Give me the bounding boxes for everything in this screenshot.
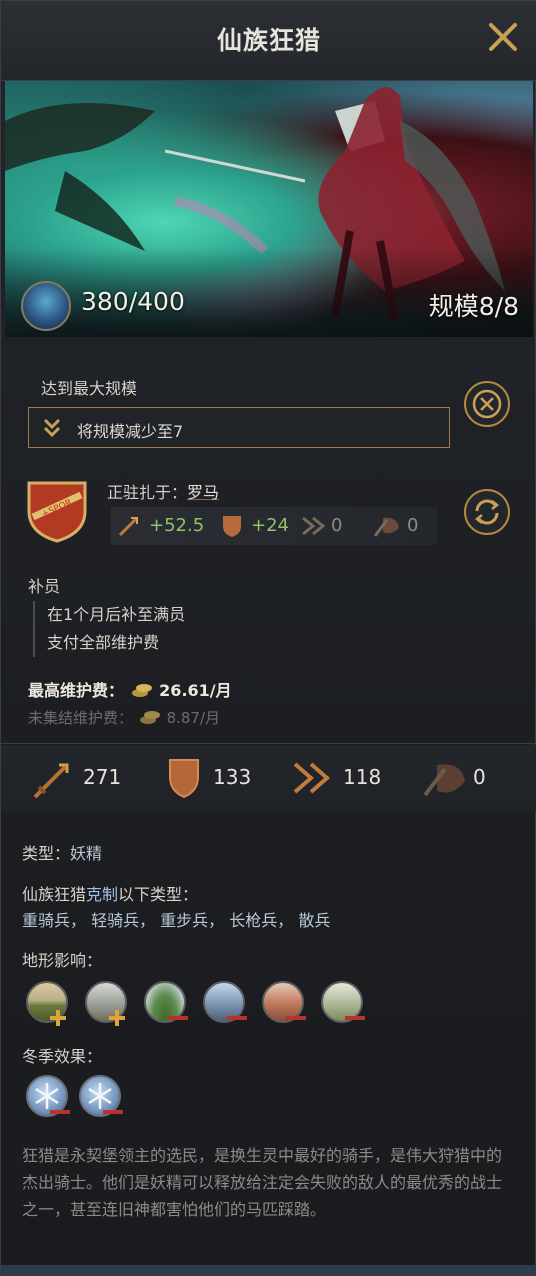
reduce-scale-button[interactable]: 将规模减少至7 xyxy=(28,407,450,448)
winter-title: 冬季效果： xyxy=(22,1047,103,1066)
unmustered-upkeep: 未集结维护费： 8.87/月 xyxy=(28,707,220,728)
panel-header: 仙族狂猎 xyxy=(1,1,536,81)
disband-button[interactable] xyxy=(464,381,510,427)
reduce-scale-label: 将规模减少至7 xyxy=(77,422,184,441)
divider xyxy=(1,743,536,744)
terrain-penalty xyxy=(226,1009,247,1027)
rome-shield-icon: +SPQR xyxy=(27,481,87,543)
gold-coins-icon xyxy=(131,684,152,697)
unit-avatar xyxy=(21,281,71,331)
close-button[interactable] xyxy=(485,19,521,55)
screen-bonus: 0 xyxy=(407,515,419,536)
max-scale-label: 达到最大规模 xyxy=(41,379,138,398)
screen-stat: 0 xyxy=(473,765,486,789)
refresh-icon xyxy=(474,499,500,525)
recruit-title: 补员 xyxy=(28,577,61,596)
unit-detail-panel: 仙族狂猎 380/400 规模8/8 达到最大规模 将规模减少至7 +SPQR … xyxy=(0,0,536,1276)
defense-bonus: +24 xyxy=(251,515,289,536)
pursuit-bonus: 0 xyxy=(331,515,343,536)
terrain-penalty xyxy=(344,1009,365,1027)
terrain-bonus xyxy=(108,1009,126,1027)
defense-icon xyxy=(169,759,199,799)
attack-bonus: +52.5 xyxy=(149,515,205,536)
terrain-penalty xyxy=(285,1009,306,1027)
unit-type-line: 类型：妖精 xyxy=(22,840,102,864)
max-upkeep-label: 最高维护费： xyxy=(28,681,125,700)
screen-icon xyxy=(373,517,399,537)
winter-penalty xyxy=(49,1103,70,1121)
unit-banner-image: 380/400 规模8/8 xyxy=(5,81,533,337)
attack-stat: 271 xyxy=(83,765,122,789)
max-upkeep-value: 26.61/月 xyxy=(159,681,232,700)
terrain-bonus xyxy=(49,1009,67,1027)
double-chevron-down-icon xyxy=(43,418,61,438)
pursuit-stat: 118 xyxy=(343,765,382,789)
counter-prefix: 仙族狂猎 xyxy=(22,885,87,904)
counter-line: 仙族狂猎克制以下类型： xyxy=(22,881,198,905)
pursuit-icon xyxy=(302,516,326,536)
attack-icon xyxy=(118,517,138,537)
type-value: 妖精 xyxy=(70,844,103,863)
recruit-line: 在1个月后补至满员 xyxy=(47,605,186,624)
panel-title: 仙族狂猎 xyxy=(216,26,321,55)
gold-coins-icon xyxy=(139,711,160,724)
recruit-line: 支付全部维护费 xyxy=(47,633,160,652)
cancel-icon xyxy=(472,389,502,419)
garrison-bonus-bar: +52.5 +24 0 0 xyxy=(111,507,437,545)
unit-description: 狂猎是永契堡领主的选民，是换生灵中最好的骑手，是伟大狩猎中的杰出骑士。他们是妖精… xyxy=(22,1146,503,1219)
unit-strength: 380/400 xyxy=(81,287,185,316)
pursuit-icon xyxy=(293,762,331,794)
garrison-line: 正驻扎于：罗马 xyxy=(107,479,219,503)
garrison-location-link[interactable]: 罗马 xyxy=(187,483,219,502)
terrain-penalty xyxy=(167,1009,188,1027)
defense-stat: 133 xyxy=(213,765,252,789)
close-icon xyxy=(489,23,517,51)
reassign-button[interactable] xyxy=(464,489,510,535)
unit-scale: 规模8/8 xyxy=(428,292,519,321)
unmustered-upkeep-value: 8.87/月 xyxy=(166,709,221,727)
max-upkeep: 最高维护费： 26.61/月 xyxy=(28,677,232,701)
attack-icon xyxy=(33,763,69,799)
bottom-edge xyxy=(1,1265,536,1275)
counter-suffix: 以下类型： xyxy=(118,885,199,904)
defense-icon xyxy=(223,516,241,537)
screen-icon xyxy=(423,764,465,797)
countered-types: 重骑兵， 轻骑兵， 重步兵， 长枪兵， 散兵 xyxy=(22,911,331,930)
counter-keyword[interactable]: 克制 xyxy=(86,885,118,904)
unmustered-upkeep-label: 未集结维护费： xyxy=(28,709,134,727)
garrison-prefix: 正驻扎于： xyxy=(107,483,188,502)
recruit-details: 在1个月后补至满员 支付全部维护费 xyxy=(33,601,185,657)
unit-stats-row: 271 133 118 0 xyxy=(1,745,536,811)
terrain-title: 地形影响： xyxy=(22,951,103,970)
type-label: 类型： xyxy=(22,844,71,863)
winter-penalty xyxy=(102,1103,123,1121)
